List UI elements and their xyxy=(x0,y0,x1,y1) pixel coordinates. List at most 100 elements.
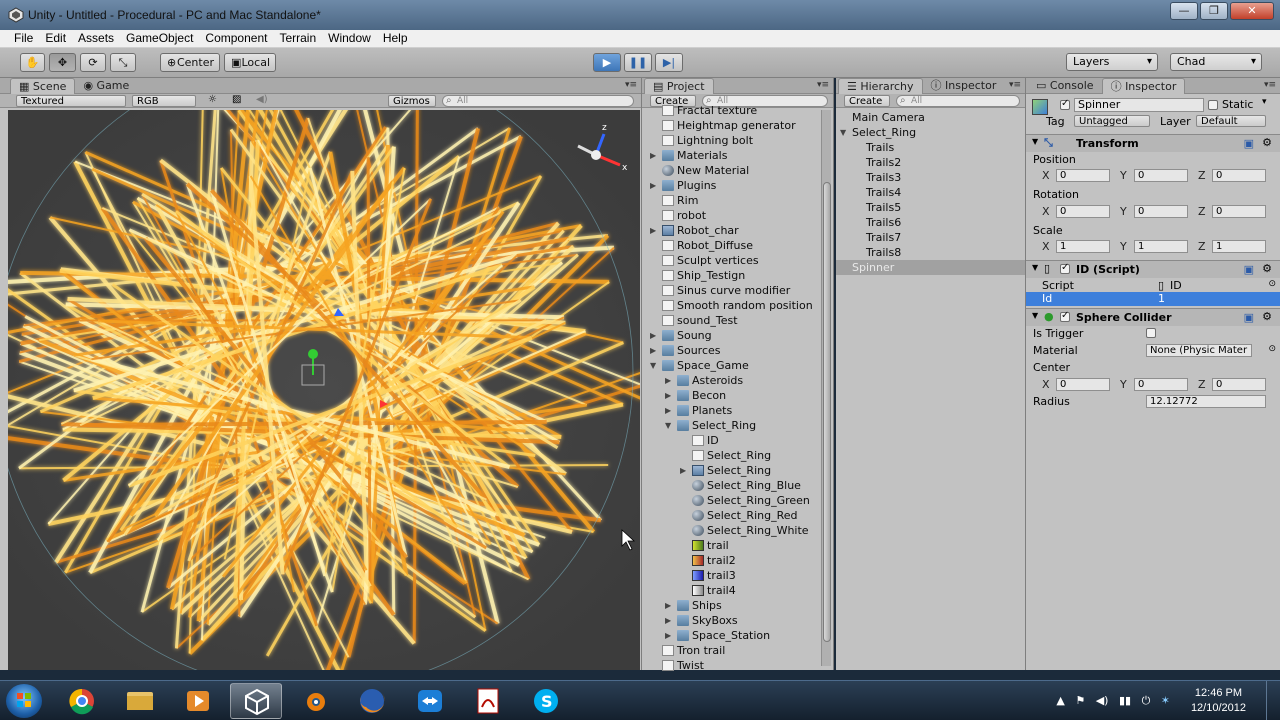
center-y-field[interactable]: 0 xyxy=(1134,378,1188,391)
center-x-field[interactable]: 0 xyxy=(1056,378,1110,391)
id-script-help-icon[interactable]: ▣ xyxy=(1244,263,1254,276)
network-icon[interactable]: ▮▮ xyxy=(1119,694,1131,707)
collider-help-icon[interactable]: ▣ xyxy=(1244,311,1254,324)
layer-dropdown[interactable]: Default xyxy=(1196,115,1266,127)
tag-dropdown[interactable]: Untagged xyxy=(1074,115,1150,127)
collider-settings-icon[interactable]: ⚙ xyxy=(1262,310,1272,323)
position-x-field[interactable]: 0 xyxy=(1056,169,1110,182)
scene-viewport[interactable]: z x xyxy=(8,110,640,670)
transform-foldout-icon[interactable]: ▼ xyxy=(1032,137,1038,146)
project-item[interactable]: ▼ Space_Game xyxy=(642,358,819,373)
project-item[interactable]: Select_Ring_White xyxy=(642,523,819,538)
menu-window[interactable]: Window xyxy=(322,30,377,47)
static-dropdown-arrow-icon[interactable]: ▾ xyxy=(1262,97,1267,107)
explorer-taskbar-icon[interactable] xyxy=(114,683,166,719)
menu-gameobject[interactable]: GameObject xyxy=(120,30,199,47)
color-mode-dropdown[interactable]: RGB xyxy=(132,95,196,107)
object-active-checkbox[interactable] xyxy=(1060,98,1070,110)
inspector-panel-menu-icon[interactable]: ▾≡ xyxy=(1264,80,1276,90)
collapsed-arrow-icon[interactable]: ▶ xyxy=(665,373,671,388)
tab-project[interactable]: ▤ Project xyxy=(644,78,714,94)
project-item[interactable]: Sculpt vertices xyxy=(642,253,819,268)
layers-dropdown[interactable]: Layers xyxy=(1066,53,1158,71)
script-value[interactable]: ID xyxy=(1170,279,1182,292)
unity-taskbar-icon[interactable] xyxy=(230,683,282,719)
project-item[interactable]: ▼ Select_Ring xyxy=(642,418,819,433)
panel-menu-icon[interactable]: ▾≡ xyxy=(625,80,637,90)
bluetooth-icon[interactable]: ✶ xyxy=(1161,694,1170,707)
collapsed-arrow-icon[interactable]: ▶ xyxy=(650,343,656,358)
scale-y-field[interactable]: 1 xyxy=(1134,240,1188,253)
teamviewer-taskbar-icon[interactable] xyxy=(404,683,456,719)
transform-help-icon[interactable]: ▣ xyxy=(1244,137,1254,150)
hierarchy-item-selected[interactable]: Spinner xyxy=(836,260,1025,275)
play-button[interactable]: ▶ xyxy=(593,53,621,72)
scene-search-input[interactable]: All xyxy=(442,95,634,107)
collider-enabled-checkbox[interactable] xyxy=(1060,310,1070,322)
project-item[interactable]: Rim xyxy=(642,193,819,208)
scale-tool-button[interactable]: ⤡ xyxy=(110,53,136,72)
project-scrollbar[interactable] xyxy=(821,110,831,666)
collapsed-arrow-icon[interactable]: ▶ xyxy=(680,463,686,478)
layout-dropdown[interactable]: Chad xyxy=(1170,53,1262,71)
tab-scene[interactable]: ▦ Scene xyxy=(10,78,76,94)
hand-tool-button[interactable]: ✋ xyxy=(20,53,45,72)
hierarchy-panel-menu-icon[interactable]: ▾≡ xyxy=(1009,80,1021,90)
hierarchy-search-input[interactable]: All xyxy=(896,95,1020,107)
project-item[interactable]: ▶ Becon xyxy=(642,388,819,403)
hierarchy-item[interactable]: ▼ Select_Ring xyxy=(836,125,1025,140)
sphere-collider-header[interactable]: ▼ ● Sphere Collider ▣ ⚙ xyxy=(1026,308,1280,326)
is-trigger-checkbox[interactable] xyxy=(1146,328,1156,338)
lighting-icon[interactable]: ☼ xyxy=(208,94,217,105)
project-item[interactable]: ID xyxy=(642,433,819,448)
project-item[interactable]: ▶ Select_Ring xyxy=(642,463,819,478)
menu-help[interactable]: Help xyxy=(377,30,414,47)
hierarchy-create-dropdown[interactable]: Create xyxy=(844,95,890,107)
rotation-x-field[interactable]: 0 xyxy=(1056,205,1110,218)
id-script-header[interactable]: ▼ ▯ ID (Script) ▣ ⚙ xyxy=(1026,260,1280,278)
volume-icon[interactable]: ◀) xyxy=(1096,694,1109,707)
position-z-field[interactable]: 0 xyxy=(1212,169,1266,182)
project-item[interactable]: Tron trail xyxy=(642,643,819,658)
project-item[interactable]: Ship_Testign xyxy=(642,268,819,283)
media-player-taskbar-icon[interactable] xyxy=(172,683,224,719)
menu-terrain[interactable]: Terrain xyxy=(273,30,322,47)
project-item[interactable]: ▶ Materials xyxy=(642,148,819,163)
skype-taskbar-icon[interactable]: S xyxy=(520,683,572,719)
pivot-center-toggle[interactable]: ⊕ Center xyxy=(160,53,220,72)
hierarchy-item[interactable]: Main Camera xyxy=(836,110,1025,125)
project-item[interactable]: ▶ Space_Station xyxy=(642,628,819,643)
hierarchy-item[interactable]: Trails xyxy=(836,140,1025,155)
script-picker-icon[interactable]: ⊙ xyxy=(1268,279,1276,289)
start-button[interactable] xyxy=(6,684,42,718)
project-item[interactable]: ▶ Sources xyxy=(642,343,819,358)
center-z-field[interactable]: 0 xyxy=(1212,378,1266,391)
collapsed-arrow-icon[interactable]: ▶ xyxy=(650,148,656,163)
gizmos-dropdown[interactable]: Gizmos xyxy=(388,95,436,107)
hierarchy-item[interactable]: Trails7 xyxy=(836,230,1025,245)
collapsed-arrow-icon[interactable]: ▶ xyxy=(650,223,656,238)
blender-taskbar-icon[interactable] xyxy=(288,683,340,719)
radius-field[interactable]: 12.12772 xyxy=(1146,395,1266,408)
project-panel-menu-icon[interactable]: ▾≡ xyxy=(817,80,829,90)
rotation-y-field[interactable]: 0 xyxy=(1134,205,1188,218)
space-local-toggle[interactable]: ▣ Local xyxy=(224,53,276,72)
acrobat-taskbar-icon[interactable] xyxy=(462,683,514,719)
project-item[interactable]: Fractal texture xyxy=(642,103,819,118)
project-item[interactable]: New Material xyxy=(642,163,819,178)
tab-inspector[interactable]: ⓘ Inspector xyxy=(1101,78,1186,94)
chrome-taskbar-icon[interactable] xyxy=(56,683,108,719)
rotate-tool-button[interactable]: ⟳ xyxy=(80,53,106,72)
minimize-button[interactable]: — xyxy=(1170,2,1198,20)
hierarchy-item[interactable]: Trails5 xyxy=(836,200,1025,215)
project-item[interactable]: Lightning bolt xyxy=(642,133,819,148)
transform-settings-icon[interactable]: ⚙ xyxy=(1262,136,1272,149)
project-item[interactable]: Select_Ring_Green xyxy=(642,493,819,508)
collapsed-arrow-icon[interactable]: ▶ xyxy=(665,613,671,628)
menu-edit[interactable]: Edit xyxy=(39,30,72,47)
action-center-flag-icon[interactable]: ⚑ xyxy=(1075,694,1085,707)
project-item[interactable]: Robot_Diffuse xyxy=(642,238,819,253)
show-desktop-button[interactable] xyxy=(1266,681,1280,720)
project-item[interactable]: trail2 xyxy=(642,553,819,568)
hierarchy-item[interactable]: Trails3 xyxy=(836,170,1025,185)
